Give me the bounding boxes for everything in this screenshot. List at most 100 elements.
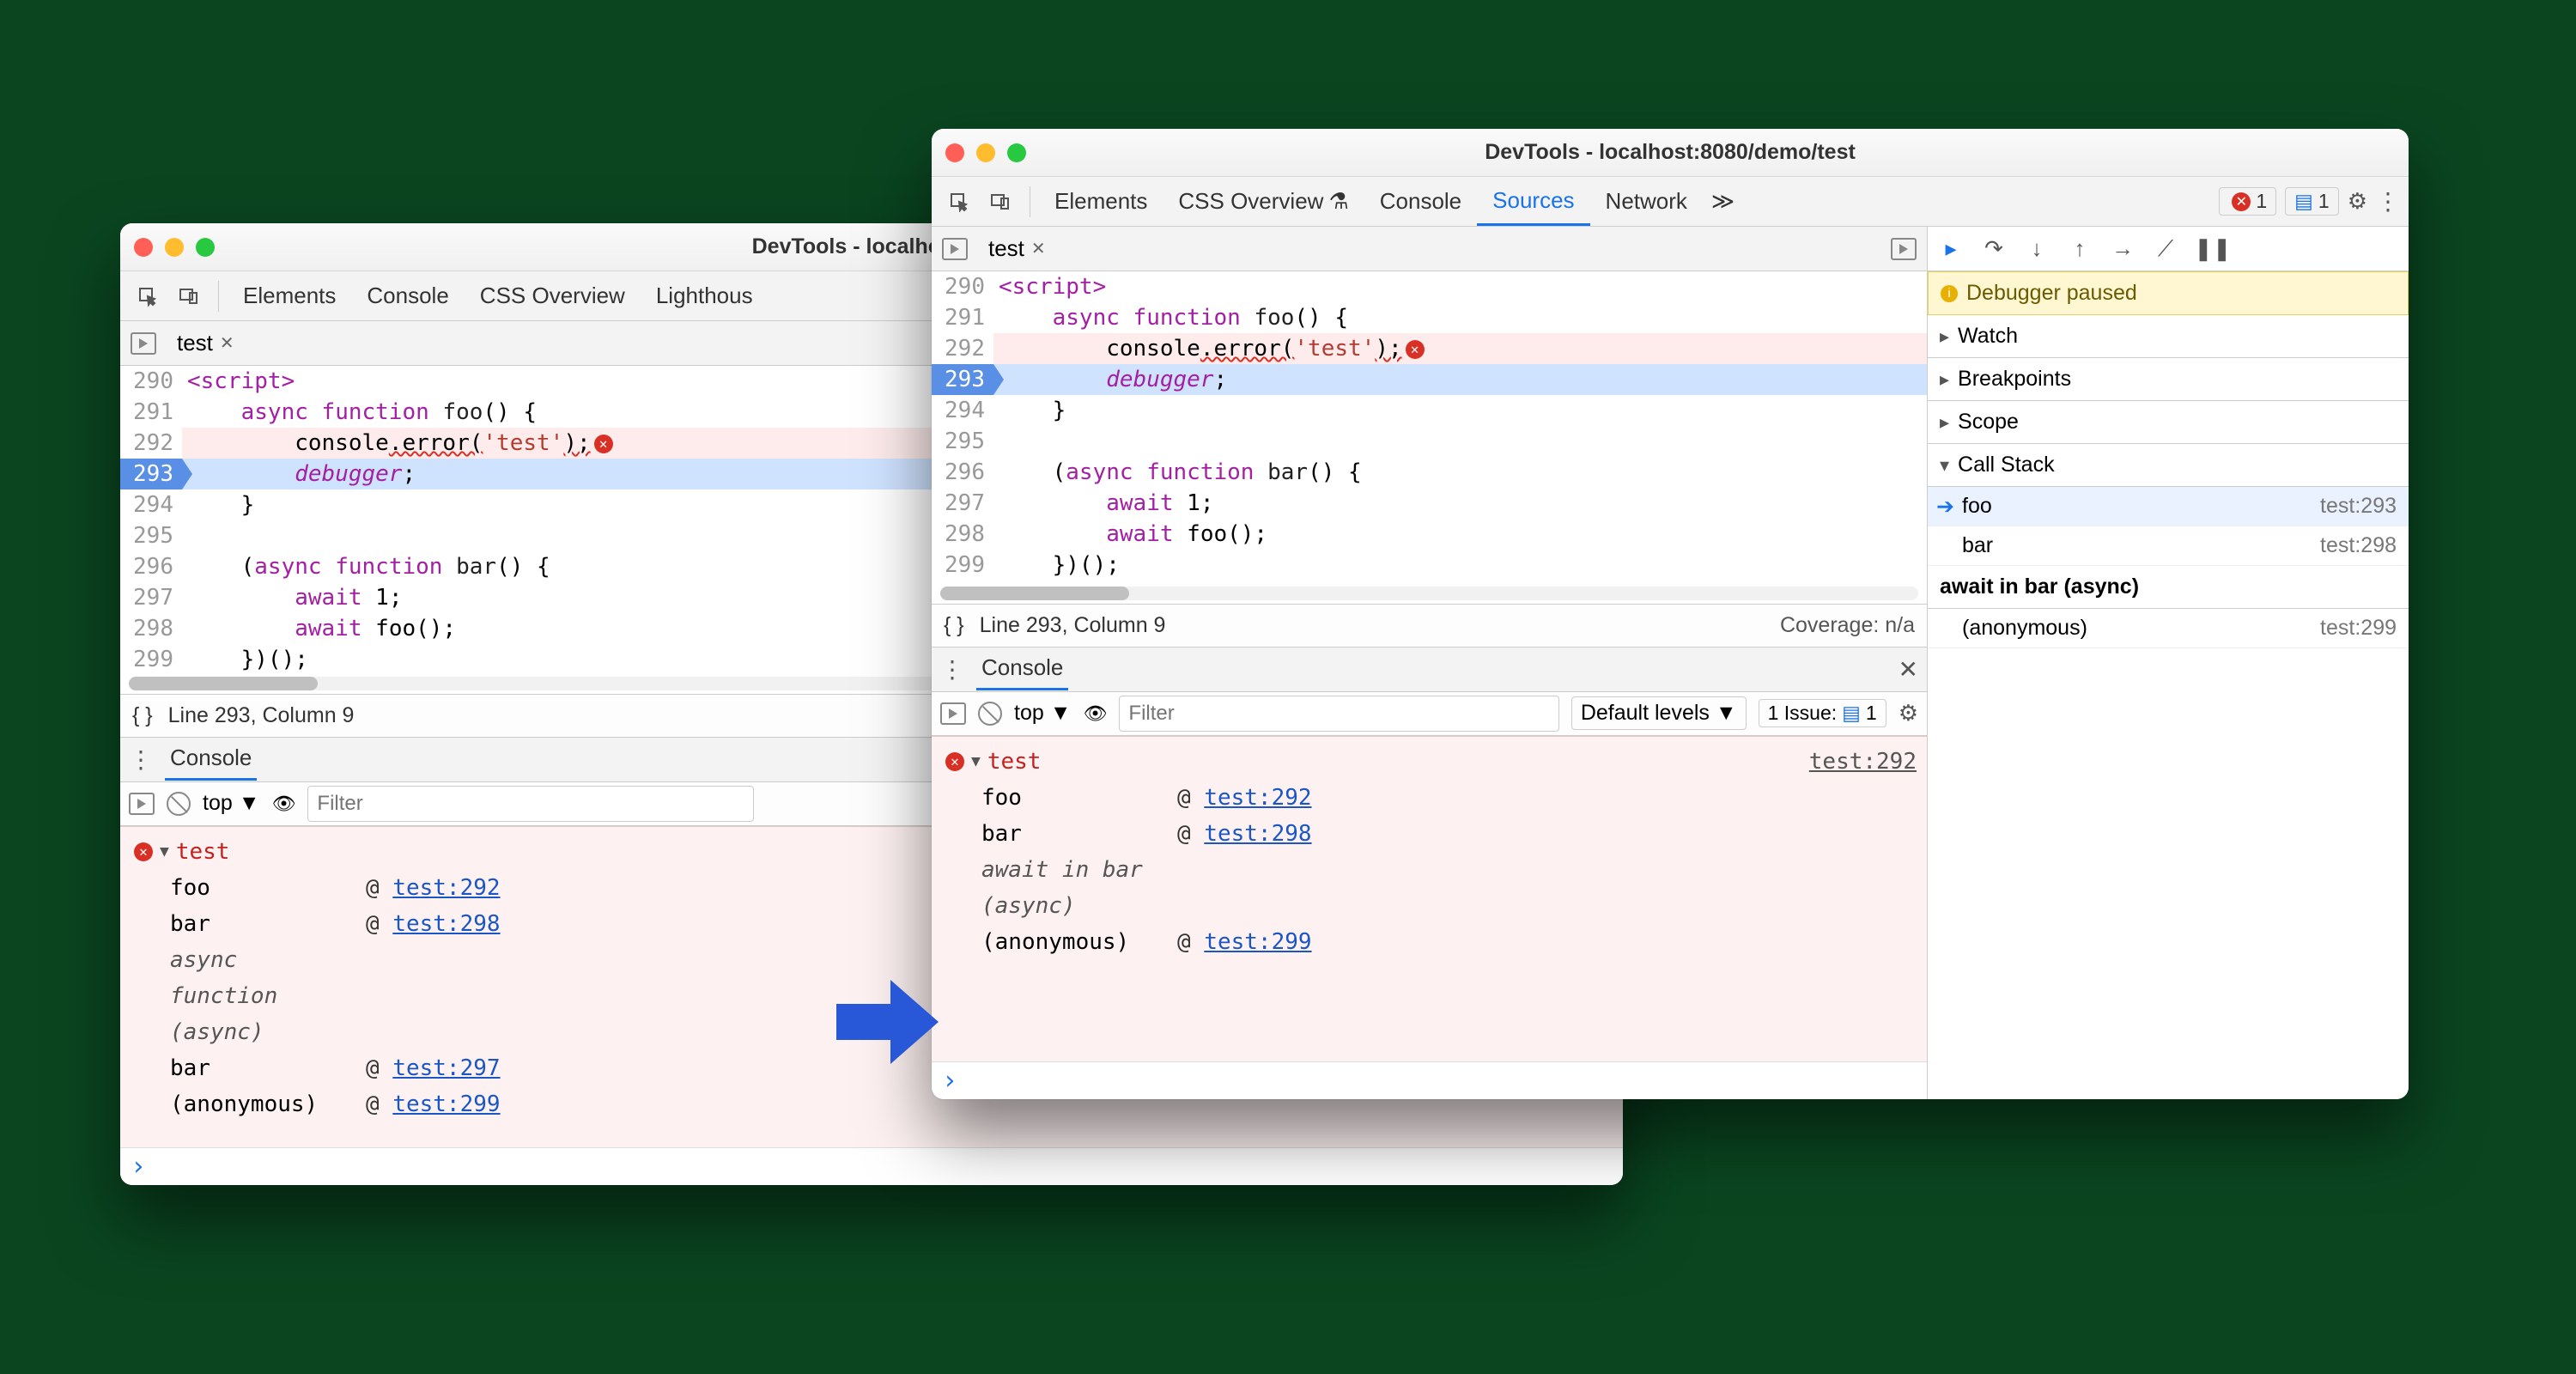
line-number[interactable]: 300	[932, 581, 993, 583]
code-line[interactable]: 293 debugger;	[932, 364, 1927, 395]
console-filter-input[interactable]	[307, 786, 754, 822]
callstack-frame[interactable]: (anonymous)test:299	[1928, 609, 2409, 648]
issues-pill[interactable]: 1 Issue: ▤ 1	[1759, 699, 1886, 727]
zoom-window-icon[interactable]	[1007, 143, 1026, 162]
zoom-window-icon[interactable]	[196, 238, 215, 257]
error-source-link[interactable]: test:292	[1809, 744, 1917, 780]
device-toggle-icon[interactable]	[985, 186, 1016, 217]
line-number[interactable]: 291	[120, 397, 182, 428]
code-line[interactable]: 298 await foo();	[932, 519, 1927, 550]
line-number[interactable]: 295	[932, 426, 993, 457]
console-error-row[interactable]: ✕ ▼ test test:292	[942, 744, 1917, 780]
code-line[interactable]: 291 async function foo() {	[932, 302, 1927, 333]
traffic-lights[interactable]	[945, 143, 1026, 162]
line-number[interactable]: 292	[120, 428, 182, 459]
line-number[interactable]: 296	[932, 457, 993, 488]
clear-console-icon[interactable]	[167, 792, 191, 816]
line-number[interactable]: 290	[932, 271, 993, 302]
code-line[interactable]: 297 await 1;	[932, 488, 1927, 519]
error-count-pill[interactable]: ✕1	[2219, 187, 2276, 216]
section-scope[interactable]: ▸Scope	[1928, 401, 2409, 444]
expand-icon[interactable]: ▼	[160, 834, 169, 870]
close-window-icon[interactable]	[945, 143, 964, 162]
horizontal-scrollbar[interactable]	[940, 587, 1918, 600]
resume-icon[interactable]: ▸	[1936, 235, 1965, 262]
scroll-thumb[interactable]	[940, 587, 1129, 600]
drawer-tab-console[interactable]: Console	[165, 738, 257, 781]
format-icon[interactable]: { }	[132, 703, 153, 728]
stack-frame[interactable]: await in bar (async)	[942, 852, 1917, 924]
tab-lighthouse[interactable]: Lighthous	[641, 271, 769, 320]
minimize-window-icon[interactable]	[165, 238, 184, 257]
step-over-icon[interactable]: ↷	[1979, 235, 2008, 262]
step-out-icon[interactable]: ↑	[2065, 235, 2094, 262]
frame-location[interactable]: @ test:292	[1177, 780, 1312, 816]
code-line[interactable]: 296 (async function bar() {	[932, 457, 1927, 488]
step-icon[interactable]: →	[2108, 235, 2137, 262]
line-number[interactable]: 297	[120, 582, 182, 613]
live-expression-icon[interactable]	[271, 791, 295, 816]
line-number[interactable]: 291	[932, 302, 993, 333]
more-tabs-icon[interactable]: ≫	[1703, 188, 1743, 215]
tab-css-overview[interactable]: CSS Overview ⚗	[1163, 177, 1364, 226]
deactivate-breakpoints-icon[interactable]: ⟋	[2151, 235, 2180, 263]
line-number[interactable]: 299	[932, 550, 993, 581]
console-output[interactable]: ✕ ▼ test test:292 foo@ test:292bar@ test…	[932, 736, 1927, 1062]
step-into-icon[interactable]: ↓	[2022, 235, 2051, 262]
line-number[interactable]: 294	[932, 395, 993, 426]
frame-location[interactable]: test:293	[2320, 494, 2397, 519]
stack-frame[interactable]: (anonymous)@ test:299	[942, 924, 1917, 960]
code-line[interactable]: 294 }	[932, 395, 1927, 426]
code-line[interactable]: 290<script>	[932, 271, 1927, 302]
tab-css-overview[interactable]: CSS Overview	[465, 271, 641, 320]
line-number[interactable]: 295	[120, 520, 182, 551]
close-drawer-icon[interactable]: ✕	[1899, 655, 1918, 684]
stack-frame[interactable]: bar@ test:298	[942, 816, 1917, 852]
callstack-frame[interactable]: ➔footest:293	[1928, 487, 2409, 526]
tab-console[interactable]: Console	[1364, 177, 1477, 226]
frame-location[interactable]: test:299	[2320, 616, 2397, 641]
tab-elements[interactable]: Elements	[1039, 177, 1163, 226]
stack-frame[interactable]: foo@ test:292	[942, 780, 1917, 816]
line-number[interactable]: 294	[120, 489, 182, 520]
frame-location[interactable]: test:298	[2320, 533, 2397, 558]
console-filter-input[interactable]	[1119, 696, 1558, 732]
clear-console-icon[interactable]	[978, 702, 1002, 726]
inspect-icon[interactable]	[944, 186, 975, 217]
close-window-icon[interactable]	[134, 238, 153, 257]
live-expression-icon[interactable]	[1083, 701, 1107, 726]
navigator-toggle-icon[interactable]	[942, 238, 968, 260]
source-editor[interactable]: 290<script>291 async function foo() {292…	[932, 271, 1927, 583]
section-breakpoints[interactable]: ▸Breakpoints	[1928, 358, 2409, 401]
device-toggle-icon[interactable]	[173, 281, 204, 312]
settings-icon[interactable]: ⚙	[2348, 188, 2367, 215]
section-callstack[interactable]: ▾Call Stack	[1928, 444, 2409, 487]
line-number[interactable]: 299	[120, 644, 182, 673]
line-number[interactable]: 293	[120, 459, 182, 489]
code-line[interactable]: 300</script>	[932, 581, 1927, 583]
code-line[interactable]: 292 console.error('test');✕	[932, 333, 1927, 364]
line-number[interactable]: 290	[120, 366, 182, 397]
context-selector[interactable]: top ▼	[1014, 701, 1071, 726]
frame-location[interactable]: @ test:299	[366, 1086, 501, 1122]
drawer-menu-icon[interactable]: ⋮	[940, 655, 966, 684]
tab-sources[interactable]: Sources	[1477, 177, 1589, 226]
tab-console[interactable]: Console	[351, 271, 464, 320]
scroll-thumb[interactable]	[129, 677, 318, 690]
line-number[interactable]: 298	[932, 519, 993, 550]
tab-elements[interactable]: Elements	[228, 271, 351, 320]
expand-icon[interactable]: ▼	[971, 744, 981, 780]
titlebar[interactable]: DevTools - localhost:8080/demo/test	[932, 129, 2409, 177]
line-number[interactable]: 296	[120, 551, 182, 582]
callstack-frame[interactable]: bartest:298	[1928, 526, 2409, 566]
frame-location[interactable]: @ test:292	[366, 870, 501, 906]
inspect-icon[interactable]	[132, 281, 163, 312]
pause-exceptions-icon[interactable]: ❚❚	[2194, 235, 2223, 262]
file-tab-test[interactable]: test ✕	[168, 326, 243, 360]
frame-location[interactable]: @ test:297	[366, 1050, 501, 1086]
console-settings-icon[interactable]: ⚙	[1899, 700, 1918, 727]
close-tab-icon[interactable]: ✕	[1031, 238, 1046, 259]
line-number[interactable]: 297	[932, 488, 993, 519]
traffic-lights[interactable]	[134, 238, 215, 257]
log-levels-selector[interactable]: Default levels ▼	[1571, 696, 1747, 730]
